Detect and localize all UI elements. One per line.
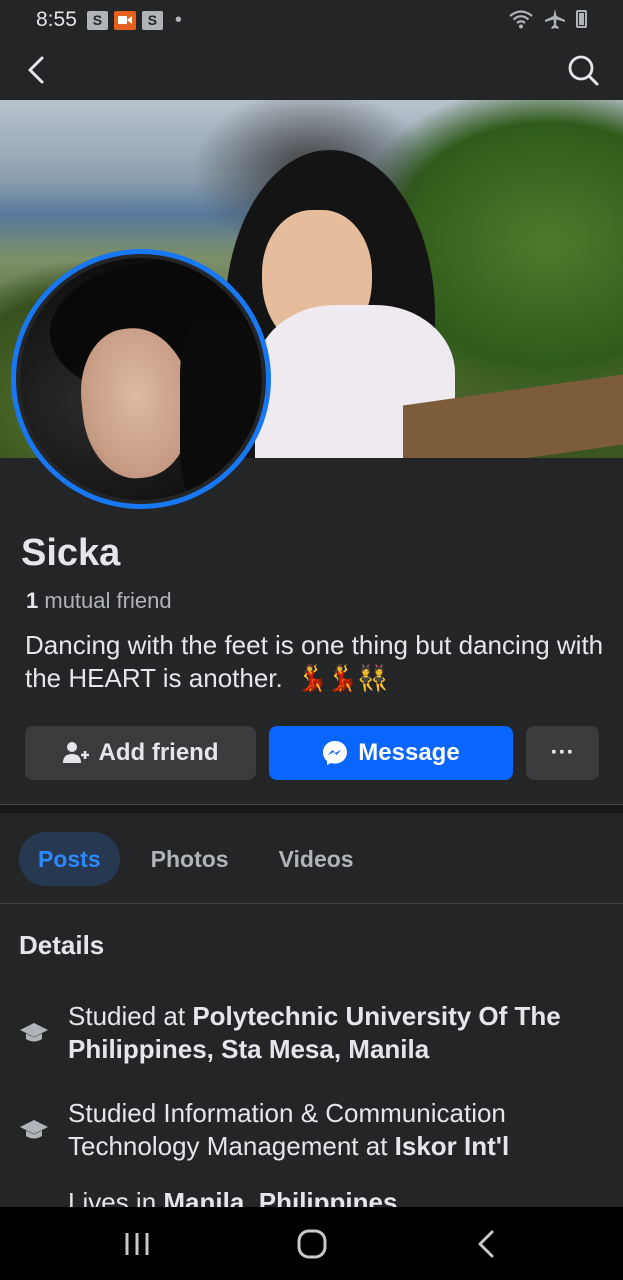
video-record-icon xyxy=(113,10,136,30)
dot-icon: • xyxy=(174,8,182,31)
recent-apps-button[interactable] xyxy=(118,1227,158,1261)
back-button[interactable] xyxy=(20,52,56,88)
detail-study[interactable]: Studied Information & Communication Tech… xyxy=(19,1097,609,1163)
top-navigation xyxy=(0,40,623,100)
wifi-icon xyxy=(509,10,533,29)
home-icon xyxy=(297,1229,327,1259)
message-button[interactable]: Message xyxy=(269,726,513,780)
mutual-friends[interactable]: 1 mutual friend xyxy=(26,588,172,614)
details-heading: Details xyxy=(19,930,105,960)
system-back-button[interactable] xyxy=(466,1227,506,1261)
tab-videos[interactable]: Videos xyxy=(260,832,373,886)
graduation-cap-icon xyxy=(20,1023,48,1042)
avatar-hair-side xyxy=(180,318,260,500)
profile-tabs: Posts Photos Videos xyxy=(19,831,385,887)
add-friend-button[interactable]: Add friend xyxy=(25,726,256,780)
more-icon: ··· xyxy=(550,739,575,766)
airplane-icon xyxy=(545,9,565,29)
section-divider xyxy=(0,804,623,813)
mutual-friend-label: mutual friend xyxy=(44,588,172,613)
messenger-icon xyxy=(323,741,348,765)
profile-avatar[interactable] xyxy=(11,249,271,509)
status-time: 8:55 xyxy=(36,8,77,31)
s-app-icon: S xyxy=(141,10,163,30)
recent-apps-icon xyxy=(125,1233,149,1255)
tab-posts[interactable]: Posts xyxy=(19,832,120,886)
more-options-button[interactable]: ··· xyxy=(526,726,599,780)
detail-education-text: Studied at Polytechnic University Of The… xyxy=(68,1000,609,1066)
detail-education[interactable]: Studied at Polytechnic University Of The… xyxy=(19,1000,609,1066)
detail-prefix: Studied at xyxy=(68,1001,193,1031)
detail-study-text: Studied Information & Communication Tech… xyxy=(68,1097,609,1163)
add-friend-label: Add friend xyxy=(98,739,219,766)
add-friend-icon xyxy=(62,742,89,763)
avatar-photo xyxy=(20,258,262,500)
search-icon xyxy=(568,55,599,86)
profile-name: Sicka xyxy=(21,532,121,574)
avatar-border xyxy=(16,254,266,504)
graduation-cap-icon xyxy=(20,1120,48,1139)
chevron-left-icon xyxy=(28,56,44,84)
tabs-divider xyxy=(0,903,623,904)
search-button[interactable] xyxy=(565,52,601,88)
status-bar: 8:55 S S • xyxy=(0,0,623,40)
message-label: Message xyxy=(358,739,460,766)
profile-bio: Dancing with the feet is one thing but d… xyxy=(25,629,610,695)
back-icon xyxy=(478,1230,494,1258)
s-app-icon: S xyxy=(86,10,108,30)
mutual-friend-count: 1 xyxy=(26,588,39,613)
home-button[interactable] xyxy=(292,1227,332,1261)
tab-photos[interactable]: Photos xyxy=(132,832,248,886)
bio-emoji: 💃💃👯 xyxy=(295,663,389,693)
system-navigation-bar xyxy=(0,1207,623,1280)
school-link[interactable]: Iskor Int'l xyxy=(395,1131,510,1161)
battery-icon xyxy=(576,10,587,28)
